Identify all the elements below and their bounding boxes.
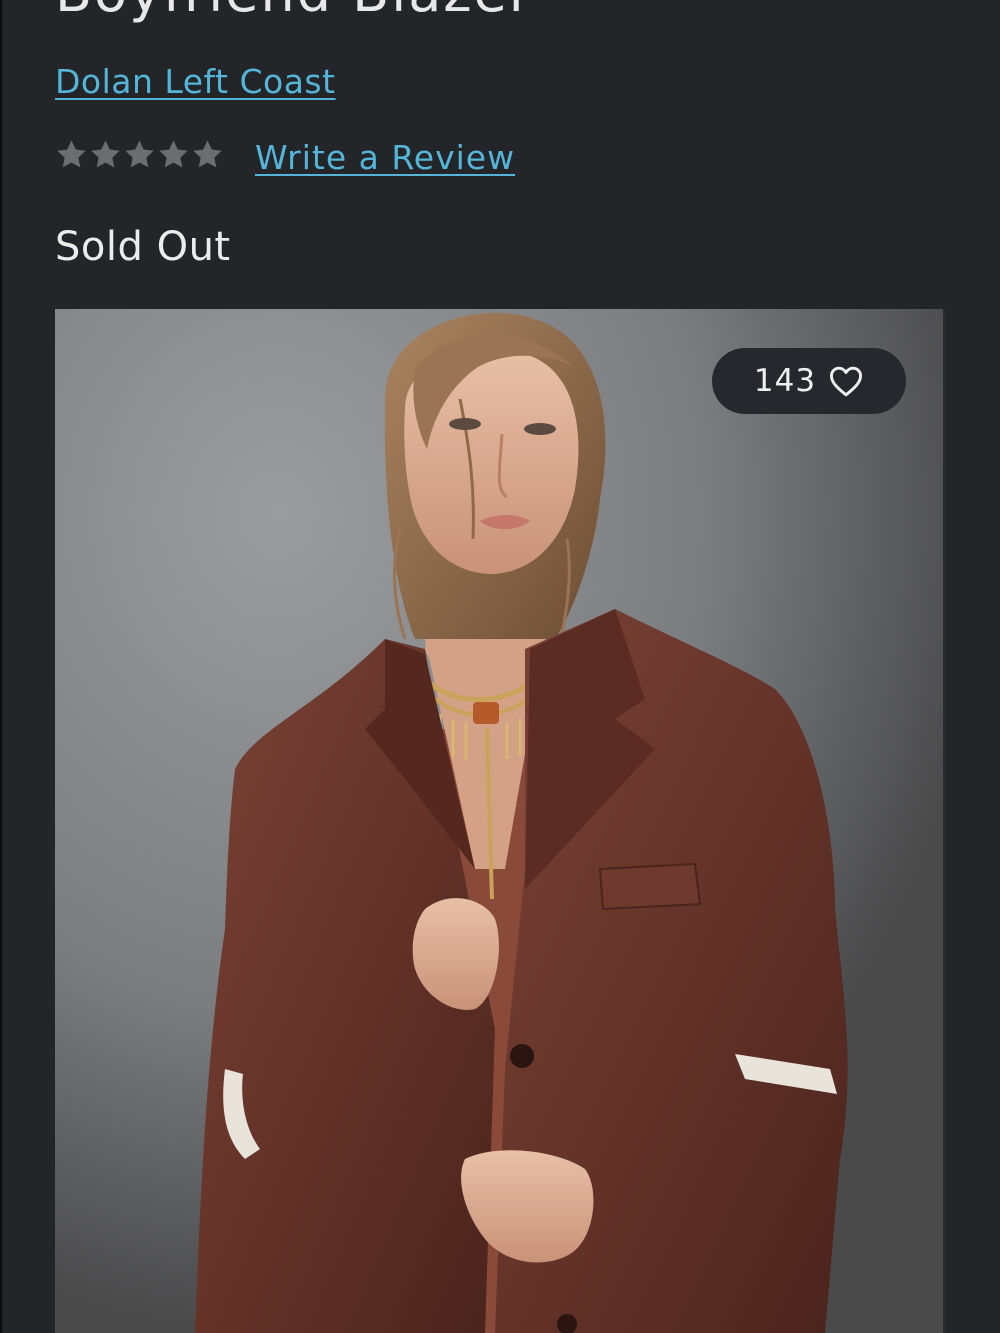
model-illustration [55, 309, 945, 1333]
star-icon [91, 140, 120, 168]
heart-outline-icon [830, 366, 863, 397]
favorite-count: 143 [753, 363, 817, 399]
screen-edge [0, 0, 2, 1333]
write-review-link[interactable]: Write a Review [255, 138, 515, 177]
product-page: Boyfriend Blazer Dolan Left Coast Write … [0, 0, 1000, 1333]
brand-link[interactable]: Dolan Left Coast [55, 62, 336, 101]
product-image[interactable] [55, 309, 945, 1333]
stock-status: Sold Out [55, 224, 231, 270]
star-icon [193, 140, 222, 168]
star-icon [125, 140, 154, 168]
product-title: Boyfriend Blazer [55, 0, 533, 28]
star-icon [57, 140, 86, 168]
star-rating[interactable] [55, 138, 224, 171]
star-icon [159, 140, 188, 168]
favorite-button[interactable]: 143 [712, 348, 906, 414]
